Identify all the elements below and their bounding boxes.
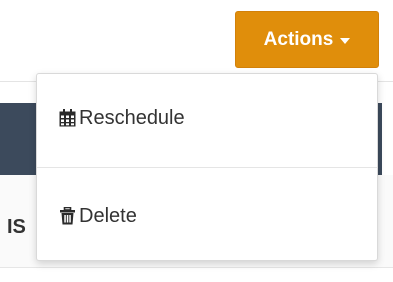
actions-button-label: Actions (263, 28, 334, 50)
page-divider-bottom (0, 267, 393, 268)
menu-item-reschedule[interactable]: Reschedule (37, 88, 377, 148)
menu-item-label: Reschedule (79, 106, 185, 129)
menu-item-delete[interactable]: Delete (37, 186, 377, 246)
caret-down-icon (340, 38, 351, 44)
trash-icon (59, 207, 76, 225)
menu-divider (37, 167, 377, 168)
calendar-icon (59, 109, 76, 127)
partially-hidden-label: IS (7, 216, 26, 238)
actions-dropdown-button[interactable]: Actions (235, 11, 379, 68)
actions-dropdown-menu: Reschedule Delete (36, 73, 378, 261)
menu-item-label: Delete (79, 204, 137, 227)
